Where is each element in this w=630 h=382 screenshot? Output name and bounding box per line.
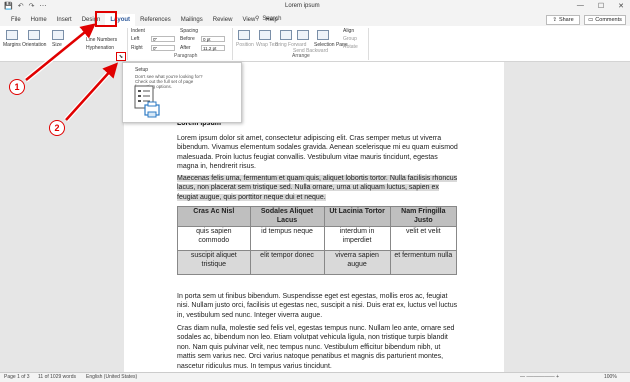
paragraph-1[interactable]: Lorem ipsum dolor sit amet, consectetur … — [177, 134, 459, 172]
orientation-icon[interactable] — [28, 30, 40, 40]
zoom-slider[interactable]: — ──────── + — [520, 374, 559, 380]
send-backward-icon[interactable] — [297, 30, 309, 40]
table-row: suscipit aliquet tristique elit tempor d… — [177, 250, 458, 275]
spacing-before-field[interactable]: 0 pt — [201, 36, 225, 42]
rotate-button[interactable]: Rotate — [343, 44, 358, 50]
table-header-cell[interactable]: Sodales Aliquet Lacus — [249, 206, 325, 227]
table-header-cell[interactable]: Cras Ac Nisl — [177, 206, 251, 227]
search-icon: ⚲ — [255, 16, 260, 22]
orientation-button[interactable]: Orientation — [22, 42, 46, 48]
spacing-after-label: After — [180, 45, 191, 51]
line-numbers-button[interactable]: Line Numbers — [86, 37, 117, 43]
margins-icon[interactable] — [6, 30, 18, 40]
group-button[interactable]: Group — [343, 36, 357, 42]
size-icon[interactable] — [52, 30, 64, 40]
arrange-group-label: Arrange — [292, 53, 310, 59]
table-cell[interactable]: elit tempor donec — [249, 250, 325, 275]
page-count[interactable]: Page 1 of 3 — [4, 374, 30, 380]
customize-qat-icon[interactable]: ⋯ — [39, 2, 46, 12]
table-header-cell[interactable]: Nam Fringilla Justo — [389, 206, 458, 227]
status-bar: Page 1 of 3 11 of 1029 words English (Un… — [0, 372, 630, 382]
page-setup-illustration-icon — [134, 85, 160, 118]
maximize-icon[interactable]: ☐ — [598, 2, 604, 10]
size-button[interactable]: Size — [52, 42, 62, 48]
redo-icon[interactable]: ↷ — [29, 2, 35, 12]
spacing-before-label: Before — [180, 36, 195, 42]
table-cell[interactable]: interdum in imperdiet — [323, 226, 391, 251]
comments-button[interactable]: ▭ Comments — [584, 15, 626, 25]
margins-button[interactable]: Margins — [3, 42, 21, 48]
indent-right-field[interactable]: 0" — [151, 45, 175, 51]
hyphenation-button[interactable]: Hyphenation — [86, 45, 114, 51]
table-cell[interactable]: id tempus neque — [249, 226, 325, 251]
wrap-text-icon[interactable] — [259, 30, 271, 40]
search-box[interactable]: ⚲ Search — [255, 15, 282, 23]
table-cell[interactable]: velit et velit — [389, 226, 458, 251]
align-button[interactable]: Align — [343, 28, 354, 34]
comments-label: Comments — [595, 17, 622, 23]
page-setup-tooltip: Setup Don't see what you're looking for?… — [122, 62, 242, 123]
step-2-badge: 2 — [49, 120, 65, 136]
indent-left-field[interactable]: 0" — [151, 36, 175, 42]
share-label: Share — [558, 17, 574, 23]
language-indicator[interactable]: English (United States) — [86, 374, 137, 380]
zoom-level[interactable]: 100% — [604, 374, 617, 380]
save-icon[interactable]: 💾 — [4, 2, 13, 12]
paragraph-2-selected[interactable]: Maecenas felis urna, fermentum et quam q… — [177, 174, 459, 202]
table-header-row: Cras Ac Nisl Sodales Aliquet Lacus Ut La… — [177, 206, 458, 227]
selected-text[interactable]: Maecenas felis urna, fermentum et quam q… — [177, 175, 458, 201]
table-header-cell[interactable]: Ut Lacinia Tortor — [323, 206, 391, 227]
data-table[interactable]: Cras Ac Nisl Sodales Aliquet Lacus Ut La… — [177, 206, 458, 275]
document-title: Lorem ipsum — [285, 3, 320, 9]
paragraph-3[interactable]: In porta sem ut finibus bibendum. Suspen… — [177, 292, 459, 320]
spacing-label: Spacing — [180, 28, 199, 34]
table-cell[interactable]: quis sapien commodo — [177, 226, 251, 251]
word-count[interactable]: 11 of 1029 words — [38, 374, 76, 380]
indent-left-label: Left — [131, 36, 140, 42]
table-cell[interactable]: suscipit aliquet tristique — [177, 250, 251, 275]
comment-icon: ▭ — [588, 17, 594, 23]
undo-icon[interactable]: ↶ — [18, 2, 24, 12]
page-setup-launcher-icon[interactable]: ⬊ — [116, 52, 126, 61]
share-icon: ⇪ — [552, 17, 557, 23]
paragraph-group-label: Paragraph — [174, 53, 198, 59]
position-icon[interactable] — [238, 30, 250, 40]
tooltip-title: Setup — [135, 67, 149, 73]
table-row: quis sapien commodo id tempus neque inte… — [177, 226, 458, 251]
step-1-badge: 1 — [9, 79, 25, 95]
quick-access-toolbar: 💾 ↶ ↷ ⋯ — [4, 2, 46, 12]
layout-tab-highlight — [95, 11, 117, 27]
search-label: Search — [262, 15, 282, 22]
share-button[interactable]: ⇪ Share — [546, 15, 580, 25]
ribbon-layout: Margins Orientation Size Line Numbers Hy… — [0, 26, 630, 62]
spacing-after-field[interactable]: 11.2 pt — [201, 45, 225, 51]
indent-label: Indent — [131, 28, 145, 34]
close-icon[interactable]: ✕ — [618, 2, 624, 10]
minimize-icon[interactable]: — — [577, 2, 584, 10]
paragraph-4[interactable]: Cras diam nulla, molestie sed felis vel,… — [177, 324, 459, 371]
bring-forward-icon[interactable] — [280, 30, 292, 40]
selection-pane-icon[interactable] — [317, 30, 329, 40]
table-cell[interactable]: viverra sapien augue — [323, 250, 391, 275]
position-button[interactable]: Position — [236, 42, 254, 48]
table-cell[interactable]: et fermentum nulla — [389, 250, 458, 275]
window-controls: — ☐ ✕ — [577, 2, 624, 10]
indent-right-label: Right — [131, 45, 143, 51]
